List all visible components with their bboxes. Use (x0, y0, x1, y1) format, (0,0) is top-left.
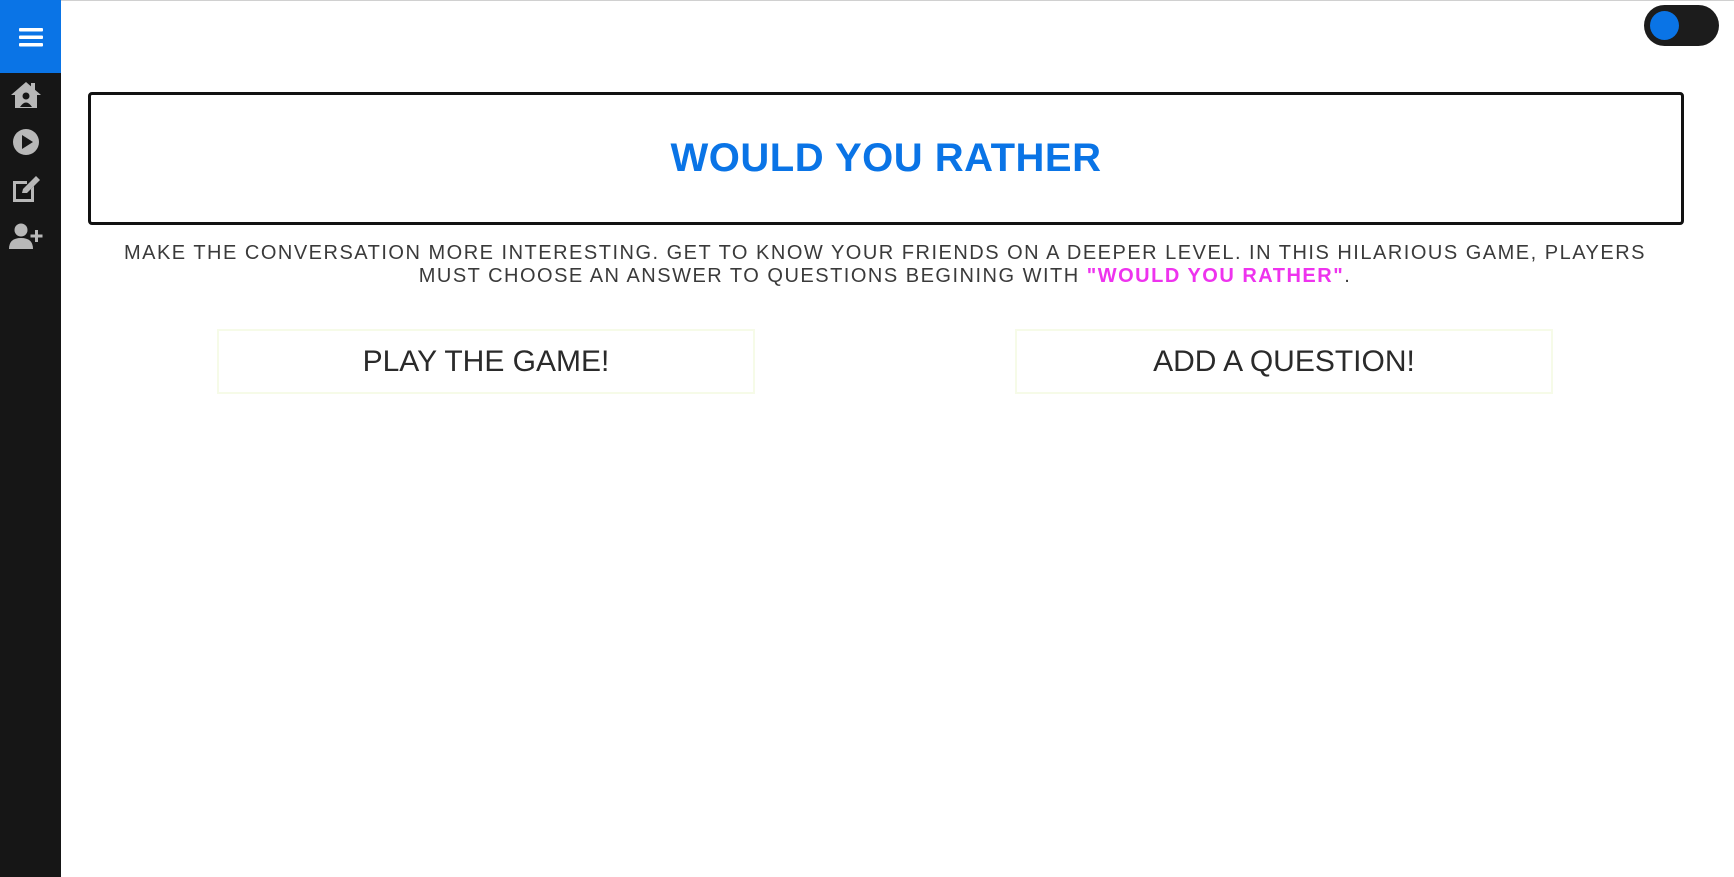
toggle-knob (1650, 11, 1679, 40)
sidebar-item-play[interactable] (8, 124, 44, 160)
menu-toggle-button[interactable] (0, 0, 61, 73)
intro-description: MAKE THE CONVERSATION MORE INTERESTING. … (110, 242, 1660, 288)
intro-highlight: "WOULD YOU RATHER" (1086, 265, 1345, 287)
user-plus-icon (9, 223, 43, 249)
intro-text: MAKE THE CONVERSATION MORE INTERESTING. … (123, 242, 1647, 287)
intro-text-end: . (1344, 265, 1352, 287)
sidebar (0, 0, 61, 877)
home-icon (11, 82, 41, 108)
play-circle-icon (13, 129, 39, 155)
play-game-button[interactable]: PLAY THE GAME! (217, 329, 755, 394)
page-title: WOULD YOU RATHER (670, 136, 1102, 180)
add-question-button[interactable]: ADD A QUESTION! (1015, 329, 1553, 394)
top-border (0, 0, 1734, 1)
title-box: WOULD YOU RATHER (88, 92, 1684, 225)
sidebar-item-edit[interactable] (8, 171, 44, 207)
sidebar-item-add-user[interactable] (8, 218, 44, 254)
edit-icon (13, 176, 40, 202)
hamburger-menu-icon (18, 27, 43, 46)
sidebar-item-home[interactable] (8, 77, 44, 113)
theme-toggle-switch[interactable] (1644, 5, 1719, 46)
